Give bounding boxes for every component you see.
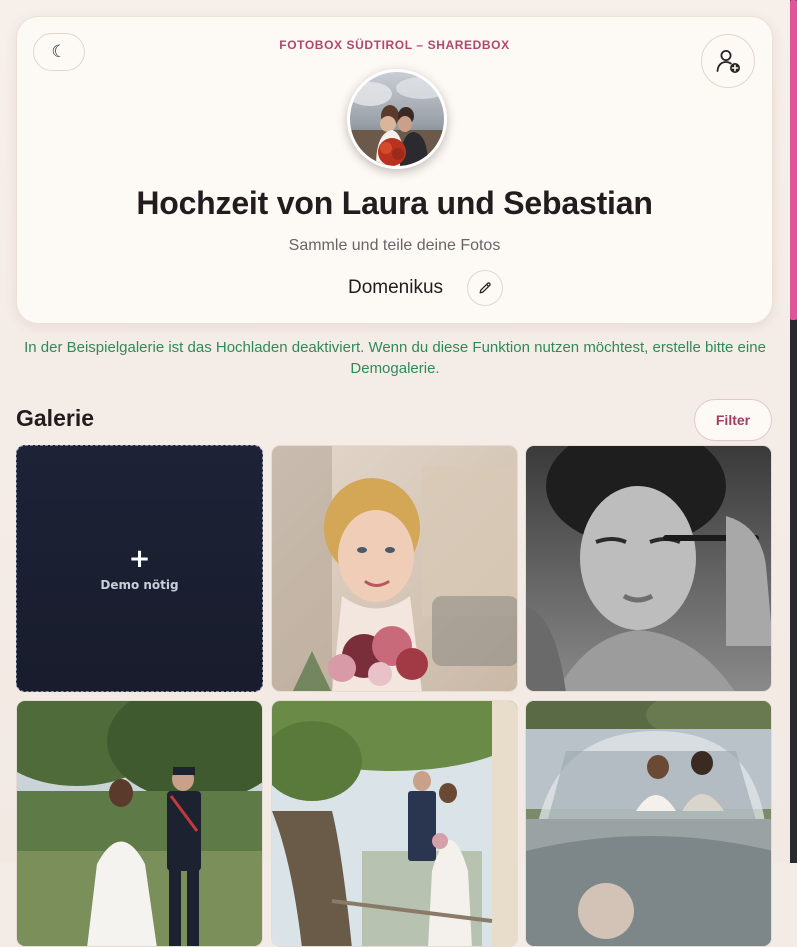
plus-icon: + — [128, 543, 151, 574]
event-header-card: ☾ FOTOBOX SÜDTIROL – SHAREDBOX Hochzeit … — [16, 16, 773, 324]
event-subtitle: Sammle und teile deine Fotos — [288, 237, 501, 254]
gallery-heading: Galerie — [16, 405, 94, 431]
scrollbar-thumb[interactable] — [790, 0, 797, 320]
page: ☾ FOTOBOX SÜDTIROL – SHAREDBOX Hochzeit … — [0, 0, 790, 947]
pencil-icon — [479, 282, 491, 294]
event-title: Hochzeit von Laura und Sebastian — [136, 185, 653, 221]
gallery-photo[interactable] — [16, 700, 263, 947]
scrollbar[interactable] — [790, 0, 797, 863]
edit-name-button[interactable] — [467, 270, 503, 306]
add-user-button[interactable] — [701, 34, 755, 88]
brand-label: FOTOBOX SÜDTIROL – SHAREDBOX — [279, 38, 510, 52]
gallery-photo[interactable] — [525, 700, 772, 947]
gallery-photo[interactable] — [271, 700, 518, 947]
filter-button[interactable]: Filter — [694, 399, 772, 441]
upload-tile-label: Demo nötig — [100, 577, 179, 592]
upload-disabled-notice: In der Beispielgalerie ist das Hochladen… — [24, 339, 766, 377]
gallery-photo[interactable] — [525, 445, 772, 692]
gallery-photo[interactable] — [271, 445, 518, 692]
upload-tile[interactable]: + Demo nötig — [16, 445, 263, 692]
guest-name: Domenikus — [347, 277, 444, 298]
event-avatar — [347, 69, 447, 169]
user-plus-icon — [716, 50, 740, 73]
